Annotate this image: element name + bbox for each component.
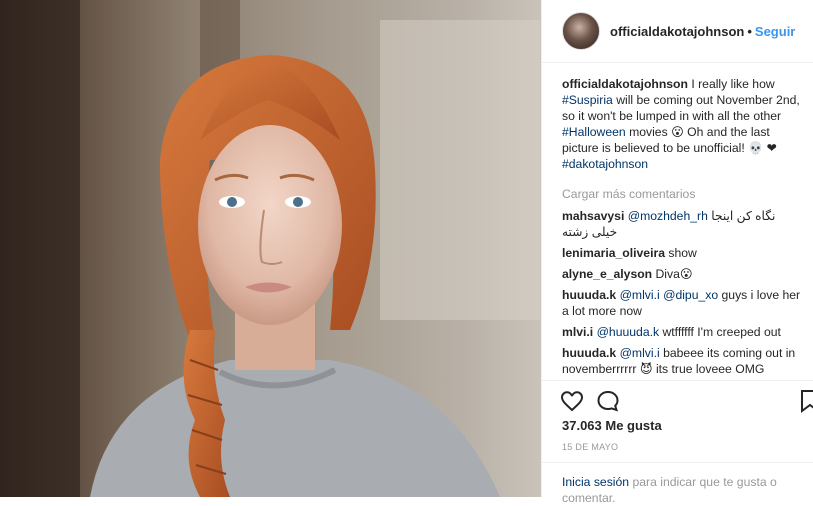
likes-count[interactable]: 37.063 Me gusta [562,418,662,433]
follow-button[interactable]: Seguir [755,24,795,39]
save-icon[interactable] [798,389,813,413]
post-header: officialdakotajohnson • Seguir [542,0,813,63]
comment-item: lenimaria_oliveira show [562,245,802,261]
action-bar [542,380,813,421]
comment-text: Diva😮 [652,267,693,281]
comment-icon[interactable] [596,389,620,413]
separator-dot: • [747,24,752,39]
comment-username[interactable]: mahsavysi [562,209,624,223]
login-prompt-text: Inicia sesión para indicar que te gusta … [562,474,802,506]
comment-item: huuuda.k @mlvi.i @dipu_xo guys i love he… [562,287,802,319]
post-side-panel: officialdakotajohnson • Seguir officialdak… [541,0,813,505]
portrait-illustration [0,0,540,497]
post-caption: officialdakotajohnson I really like how … [562,76,802,172]
comment-text: show [664,246,697,260]
comment-mention[interactable]: @mlvi.i @dipu_xo [620,288,719,302]
load-more-comments-link[interactable]: Cargar más comentarios [562,186,802,202]
comment-username[interactable]: huuuda.k [562,346,616,360]
caption-text-1: I really like how [687,77,775,91]
caption-username[interactable]: officialdakotajohnson [562,77,688,91]
comment-item: alyne_e_alyson Diva😮 [562,266,802,282]
post-date: 15 DE MAYO [562,442,619,452]
post-photo [0,0,541,497]
comment-item: mlvi.i @huuuda.k wtffffff I'm creeped ou… [562,324,802,340]
comment-item: huuuda.k @mlvi.i babeee its coming out i… [562,345,802,377]
comment-item: mahsavysi @mozhdeh_rh نگاه کن اینجا خیلی… [562,208,802,240]
comment-username[interactable]: lenimaria_oliveira [562,246,665,260]
avatar[interactable] [562,12,600,50]
comment-username[interactable]: huuuda.k [562,288,616,302]
heart-icon[interactable] [560,389,584,413]
hashtag-halloween[interactable]: #Halloween [562,125,626,139]
login-prompt: Inicia sesión para indicar que te gusta … [542,462,813,505]
post-author: officialdakotajohnson • Seguir [610,24,795,39]
comment-mention[interactable]: @mozhdeh_rh [628,209,708,223]
comment-text: wtffffff I'm creeped out [659,325,781,339]
comment-mention[interactable]: @mlvi.i [620,346,660,360]
comments-list: officialdakotajohnson I really like how … [562,76,802,382]
comment-username[interactable]: alyne_e_alyson [562,267,652,281]
hashtag-dakotajohnson[interactable]: #dakotajohnson [562,157,648,171]
author-username[interactable]: officialdakotajohnson [610,24,744,39]
comment-username[interactable]: mlvi.i [562,325,593,339]
comment-mention[interactable]: @huuuda.k [597,325,660,339]
login-link[interactable]: Inicia sesión [562,475,629,489]
hashtag-suspiria[interactable]: #Suspiria [562,93,613,107]
